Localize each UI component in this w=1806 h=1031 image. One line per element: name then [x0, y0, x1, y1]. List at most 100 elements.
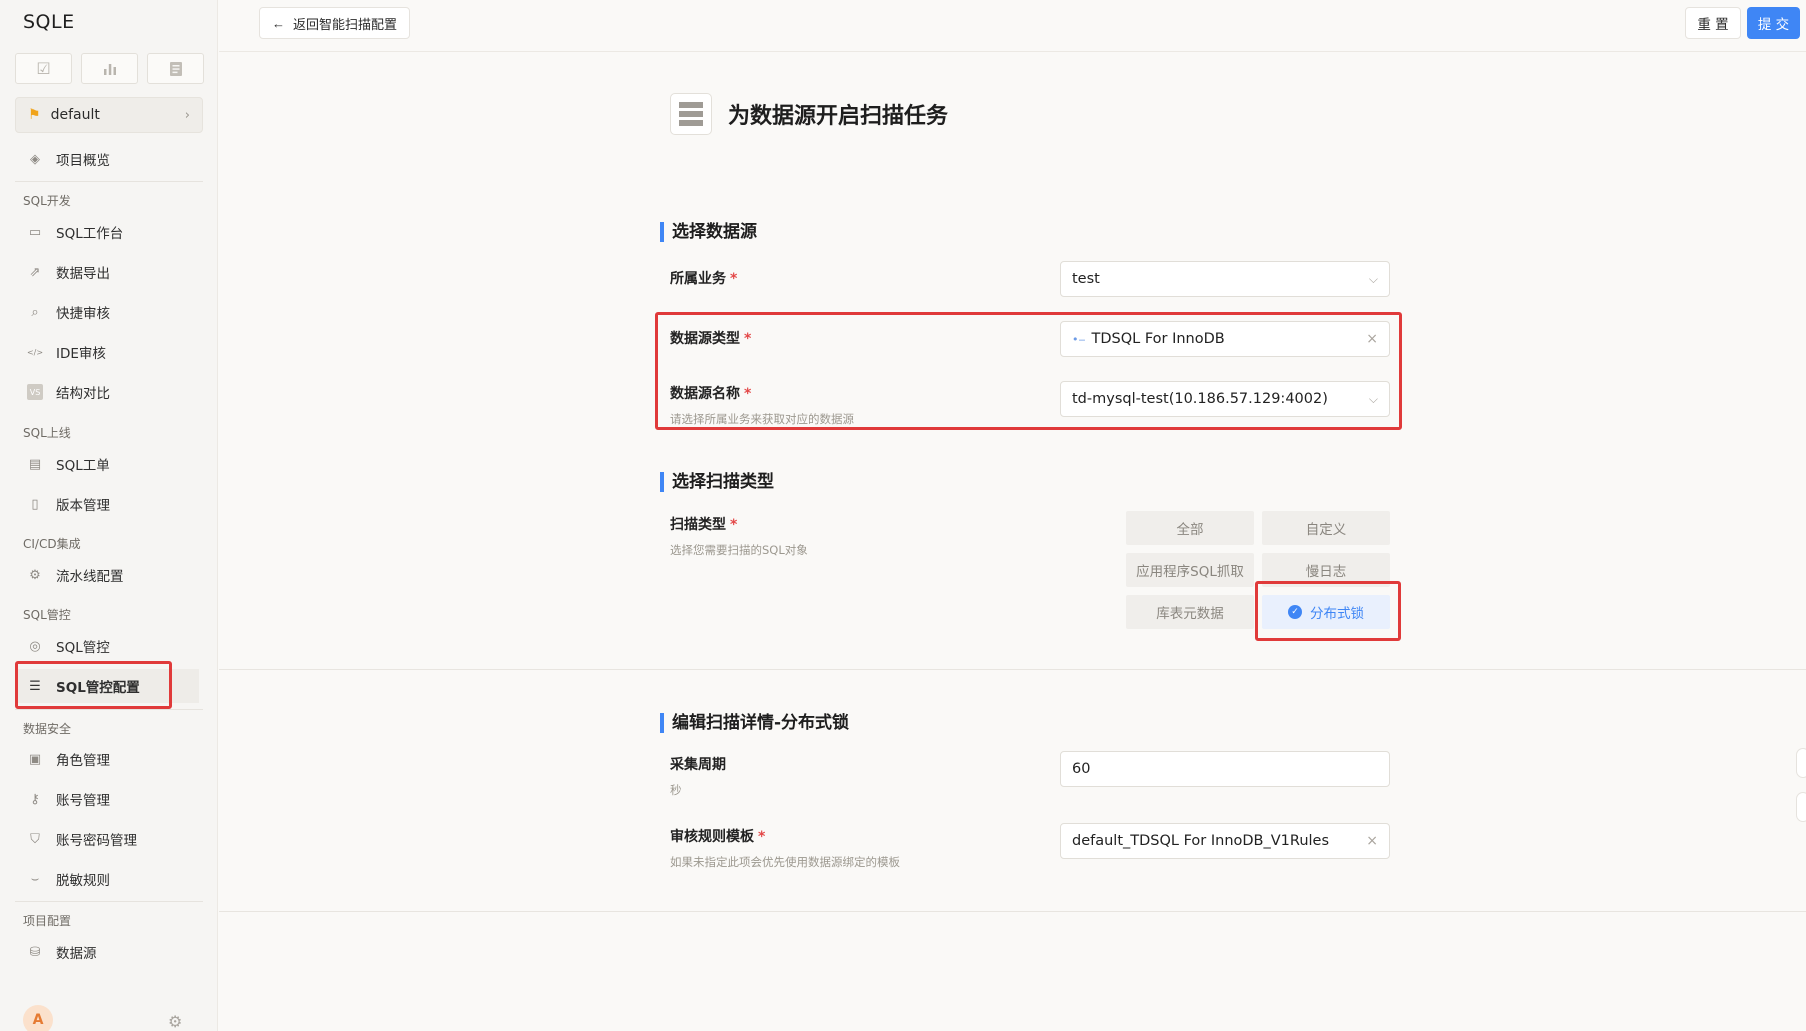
sidebar-item-label: SQL工作台 [56, 226, 124, 242]
key-icon: ⚷ [30, 791, 40, 807]
template-select[interactable]: default_TDSQL For InnoDB_V1Rules × [1060, 823, 1390, 859]
sidebar-item-quick-audit[interactable]: ⌕ 快捷审核 [15, 295, 201, 329]
sidebar-item-label: SQL工单 [56, 458, 110, 474]
submit-button[interactable]: 提 交 [1747, 7, 1800, 39]
db-name-value: td-mysql-test(10.186.57.129:4002) [1072, 391, 1328, 407]
annotation-highlight-sidebar [15, 661, 172, 709]
sidebar-item-label: 数据导出 [56, 266, 110, 282]
sidebar-item-label: 账号管理 [56, 793, 110, 809]
sidebar: SQLE ☑ ⚑ default › ◈ 项目概览 SQL开发 ▭ SQL工作台… [0, 0, 218, 1031]
sidebar-item-pipeline[interactable]: ⚙ 流水线配置 [15, 558, 201, 592]
shield-icon: ⛉ [30, 831, 40, 847]
group-label-sql-release: SQL上线 [23, 426, 71, 440]
sidebar-item-ide-audit[interactable]: </> IDE审核 [15, 335, 201, 369]
sidebar-divider [15, 709, 203, 710]
sidebar-item-workbench[interactable]: ▭ SQL工作台 [15, 215, 201, 249]
scan-option-all[interactable]: 全部 [1126, 511, 1254, 545]
project-selector[interactable]: ⚑ default › [15, 97, 203, 133]
back-button[interactable]: ← 返回智能扫描配置 [259, 7, 411, 39]
monitor-icon: ▭ [28, 224, 42, 240]
sidebar-item-role-mgmt[interactable]: ▣ 角色管理 [15, 742, 201, 776]
sidebar-item-sql-order[interactable]: ▤ SQL工单 [15, 447, 201, 481]
scan-option-metadata[interactable]: 库表元数据 [1126, 595, 1254, 629]
top-bar: ← 返回智能扫描配置 重 置 提 交 [219, 0, 1806, 52]
group-label-data-security: 数据安全 [23, 722, 72, 736]
section-title-scan-type: 选择扫描类型 [660, 472, 774, 492]
db-type-select[interactable]: •‒ TDSQL For InnoDB × [1060, 321, 1390, 357]
chevron-down-icon: ⌵ [1368, 391, 1378, 406]
floating-handle[interactable] [1796, 748, 1806, 778]
business-value: test [1072, 271, 1100, 287]
clear-icon[interactable]: × [1366, 331, 1378, 347]
sidebar-item-label: 数据源 [56, 946, 97, 962]
scan-option-custom[interactable]: 自定义 [1262, 511, 1390, 545]
sidebar-item-label: IDE审核 [56, 346, 106, 362]
chevron-down-icon: ⌵ [1368, 271, 1378, 286]
sidebar-item-overview[interactable]: ◈ 项目概览 [15, 142, 201, 176]
document-view-button[interactable] [147, 53, 204, 84]
sidebar-item-label: 流水线配置 [56, 569, 124, 585]
scan-type-hint: 选择您需要扫描的SQL对象 [670, 543, 808, 557]
sidebar-item-version-mgmt[interactable]: ▯ 版本管理 [15, 487, 201, 521]
vs-icon: VS [27, 384, 43, 400]
layers-icon: ◈ [30, 151, 40, 167]
business-select[interactable]: test ⌵ [1060, 261, 1390, 297]
search-document-icon: ⌕ [31, 304, 39, 320]
group-label-sql-dev: SQL开发 [23, 194, 71, 208]
settings-icon[interactable]: ⚙ [168, 1012, 182, 1031]
scan-task-icon [670, 93, 712, 135]
business-label: 所属业务 * [670, 271, 738, 287]
chevron-right-icon: › [184, 107, 190, 123]
group-label-project-config: 项目配置 [23, 914, 72, 928]
chart-view-button[interactable] [81, 53, 138, 84]
sidebar-item-account-mgmt[interactable]: ⚷ 账号管理 [15, 782, 201, 816]
sidebar-item-data-export[interactable]: ⇗ 数据导出 [15, 255, 201, 289]
fingerprint-icon: ◎ [29, 638, 41, 654]
sidebar-item-schema-compare[interactable]: VS 结构对比 [15, 375, 201, 409]
database-icon: ⛁ [29, 944, 41, 960]
period-value: 60 [1072, 761, 1091, 777]
flag-icon: ⚑ [28, 107, 41, 123]
period-hint: 秒 [670, 783, 682, 797]
scan-type-label: 扫描类型 * [670, 517, 738, 533]
clipboard-icon: ▤ [28, 456, 42, 472]
scan-option-app-sql[interactable]: 应用程序SQL抓取 [1126, 553, 1254, 587]
tdsql-icon: •‒ [1072, 332, 1086, 346]
sidebar-item-data-source[interactable]: ⛁ 数据源 [15, 935, 201, 969]
sidebar-item-masking-rules[interactable]: ⌣ 脱敏规则 [15, 862, 201, 896]
sidebar-item-label: 版本管理 [56, 498, 110, 514]
file-icon: ▯ [31, 496, 39, 512]
pipeline-icon: ⚙ [29, 567, 41, 583]
export-icon: ⇗ [29, 264, 41, 280]
sidebar-item-password-mgmt[interactable]: ⛉ 账号密码管理 [15, 822, 201, 856]
back-button-label: 返回智能扫描配置 [293, 16, 398, 32]
template-label: 审核规则模板 * [670, 829, 766, 845]
section-divider [219, 911, 1806, 912]
clear-icon[interactable]: × [1366, 833, 1378, 849]
eye-closed-icon: ⌣ [30, 871, 40, 887]
db-name-select[interactable]: td-mysql-test(10.186.57.129:4002) ⌵ [1060, 381, 1390, 417]
template-hint: 如果未指定此项会优先使用数据源绑定的模板 [670, 855, 900, 869]
project-name: default [50, 107, 100, 123]
period-label: 采集周期 [670, 757, 726, 773]
sidebar-item-label: 快捷审核 [56, 306, 110, 322]
db-name-label: 数据源名称 * [670, 386, 752, 402]
sidebar-item-label: 角色管理 [56, 753, 110, 769]
sidebar-item-label: 结构对比 [56, 386, 110, 402]
group-label-sql-control: SQL管控 [23, 608, 71, 622]
reset-button[interactable]: 重 置 [1685, 7, 1741, 39]
sidebar-divider [15, 901, 203, 902]
annotation-highlight-option [1255, 581, 1401, 641]
db-type-label: 数据源类型 * [670, 331, 752, 347]
db-type-value: TDSQL For InnoDB [1091, 331, 1225, 347]
sidebar-item-label: 项目概览 [56, 153, 110, 169]
sidebar-item-sql-control[interactable]: ◎ SQL管控 [15, 629, 201, 663]
checkbox-icon: ☑ [36, 59, 51, 78]
avatar[interactable]: A [23, 1005, 53, 1031]
period-input[interactable]: 60 [1060, 751, 1390, 787]
sidebar-item-label: SQL管控 [56, 640, 110, 656]
code-icon: </> [26, 347, 44, 357]
floating-handle[interactable] [1796, 792, 1806, 822]
checklist-view-button[interactable]: ☑ [15, 53, 72, 84]
section-divider [219, 669, 1806, 670]
